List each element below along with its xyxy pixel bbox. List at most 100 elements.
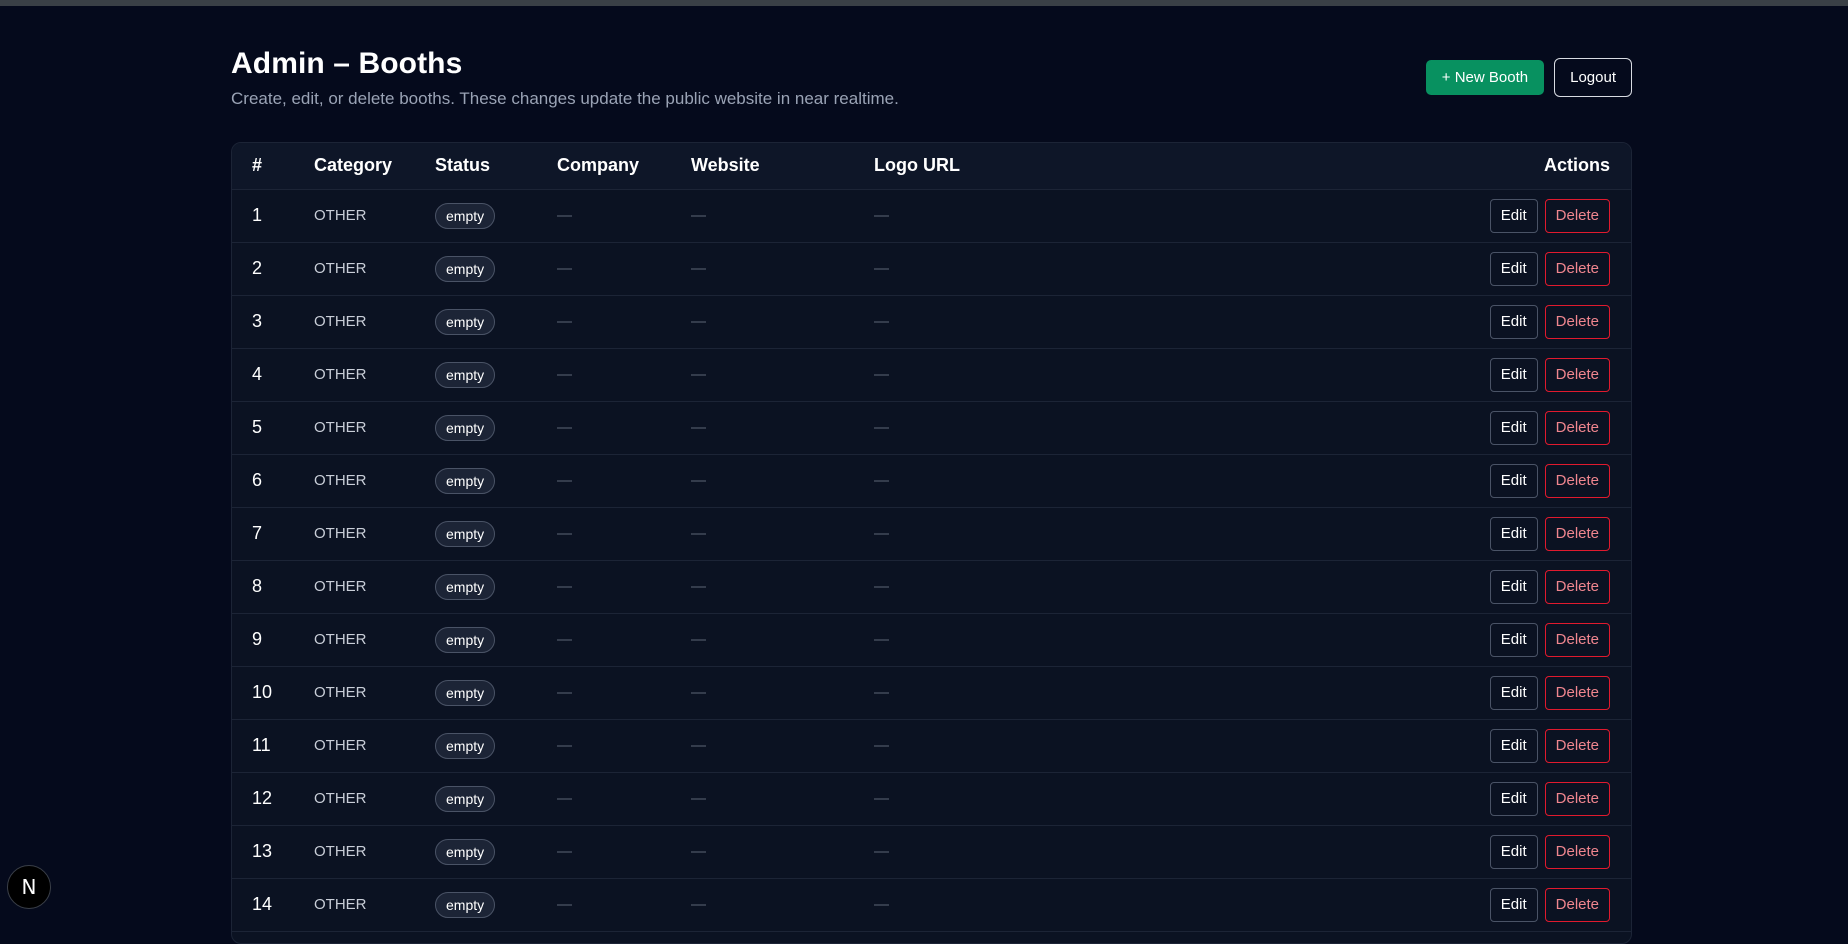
edit-button[interactable]: Edit [1489,834,1538,869]
edit-button[interactable]: Edit [1489,622,1538,657]
booth-status-cell: empty [435,348,557,401]
booth-actions: Edit Delete [1310,348,1631,401]
new-booth-button[interactable]: + New Booth [1425,60,1545,95]
delete-button[interactable]: Delete [1544,357,1610,392]
booth-logo-url: — [874,313,889,330]
table-row: 8 OTHER empty — — — Edit Delete [232,560,1631,613]
booth-logo-url: — [874,366,889,383]
booth-status-cell: empty [435,401,557,454]
delete-button[interactable]: Delete [1544,781,1610,816]
booth-logo-url: — [874,843,889,860]
edit-button[interactable]: Edit [1489,357,1538,392]
status-badge: empty [435,838,496,865]
booths-table: # Category Status Company Website Logo U… [232,143,1631,932]
booth-actions: Edit Delete [1310,295,1631,348]
booth-number: 11 [252,735,271,755]
booth-logo-url: — [874,207,889,224]
delete-button[interactable]: Delete [1544,516,1610,551]
edit-button[interactable]: Edit [1489,569,1538,604]
booth-category: OTHER [314,260,367,277]
booth-website: — [691,472,706,489]
column-header-logo-url: Logo URL [874,143,1310,190]
delete-button[interactable]: Delete [1544,304,1610,339]
column-header-category: Category [314,143,435,190]
booth-status-cell: empty [435,454,557,507]
booth-category: OTHER [314,790,367,807]
booth-company: — [557,843,572,860]
booth-status-cell: empty [435,878,557,931]
delete-button[interactable]: Delete [1544,622,1610,657]
booth-company: — [557,578,572,595]
delete-button[interactable]: Delete [1544,410,1610,445]
edit-button[interactable]: Edit [1489,410,1538,445]
column-header-actions: Actions [1310,143,1631,190]
booth-number: 6 [252,470,263,490]
booth-logo-url: — [874,896,889,913]
booth-website: — [691,896,706,913]
booth-actions: Edit Delete [1310,560,1631,613]
status-badge: empty [435,679,496,706]
delete-button[interactable]: Delete [1544,834,1610,869]
edit-button[interactable]: Edit [1489,675,1538,710]
booth-actions: Edit Delete [1310,401,1631,454]
booth-actions: Edit Delete [1310,242,1631,295]
page-header: Admin – Booths Create, edit, or delete b… [231,6,1632,142]
edit-button[interactable]: Edit [1489,304,1538,339]
edit-button[interactable]: Edit [1489,463,1538,498]
table-row: 7 OTHER empty — — — Edit Delete [232,507,1631,560]
booth-category: OTHER [314,843,367,860]
booth-website: — [691,260,706,277]
booth-website: — [691,684,706,701]
booth-logo-url: — [874,419,889,436]
booth-status-cell: empty [435,825,557,878]
table-row: 1 OTHER empty — — — Edit Delete [232,189,1631,242]
delete-button[interactable]: Delete [1544,728,1610,763]
edit-button[interactable]: Edit [1489,198,1538,233]
delete-button[interactable]: Delete [1544,251,1610,286]
status-badge: empty [435,467,496,494]
delete-button[interactable]: Delete [1544,675,1610,710]
booth-logo-url: — [874,737,889,754]
logout-button[interactable]: Logout [1554,58,1632,97]
delete-button[interactable]: Delete [1544,569,1610,604]
booth-number: 9 [252,629,263,649]
delete-button[interactable]: Delete [1544,198,1610,233]
booth-category: OTHER [314,313,367,330]
booth-website: — [691,578,706,595]
page-title: Admin – Booths [231,47,463,80]
table-row: 9 OTHER empty — — — Edit Delete [232,613,1631,666]
status-badge: empty [435,308,496,335]
booth-website: — [691,790,706,807]
booth-company: — [557,366,572,383]
booth-website: — [691,366,706,383]
edit-button[interactable]: Edit [1489,516,1538,551]
booth-category: OTHER [314,631,367,648]
delete-button[interactable]: Delete [1544,887,1610,922]
booth-actions: Edit Delete [1310,189,1631,242]
status-badge: empty [435,626,496,653]
booth-website: — [691,419,706,436]
nextjs-dev-indicator-button[interactable]: N [7,865,51,909]
booth-company: — [557,896,572,913]
nextjs-logo-icon: N [21,875,37,899]
booth-number: 3 [252,311,263,331]
edit-button[interactable]: Edit [1489,781,1538,816]
booth-company: — [557,313,572,330]
booth-category: OTHER [314,419,367,436]
booth-website: — [691,207,706,224]
table-row: 3 OTHER empty — — — Edit Delete [232,295,1631,348]
edit-button[interactable]: Edit [1489,887,1538,922]
column-header-status: Status [435,143,557,190]
delete-button[interactable]: Delete [1544,463,1610,498]
booth-status-cell: empty [435,295,557,348]
booth-actions: Edit Delete [1310,719,1631,772]
booth-company: — [557,631,572,648]
status-badge: empty [435,414,496,441]
booth-company: — [557,419,572,436]
edit-button[interactable]: Edit [1489,251,1538,286]
booth-category: OTHER [314,366,367,383]
edit-button[interactable]: Edit [1489,728,1538,763]
status-badge: empty [435,202,496,229]
booth-category: OTHER [314,578,367,595]
booth-logo-url: — [874,790,889,807]
